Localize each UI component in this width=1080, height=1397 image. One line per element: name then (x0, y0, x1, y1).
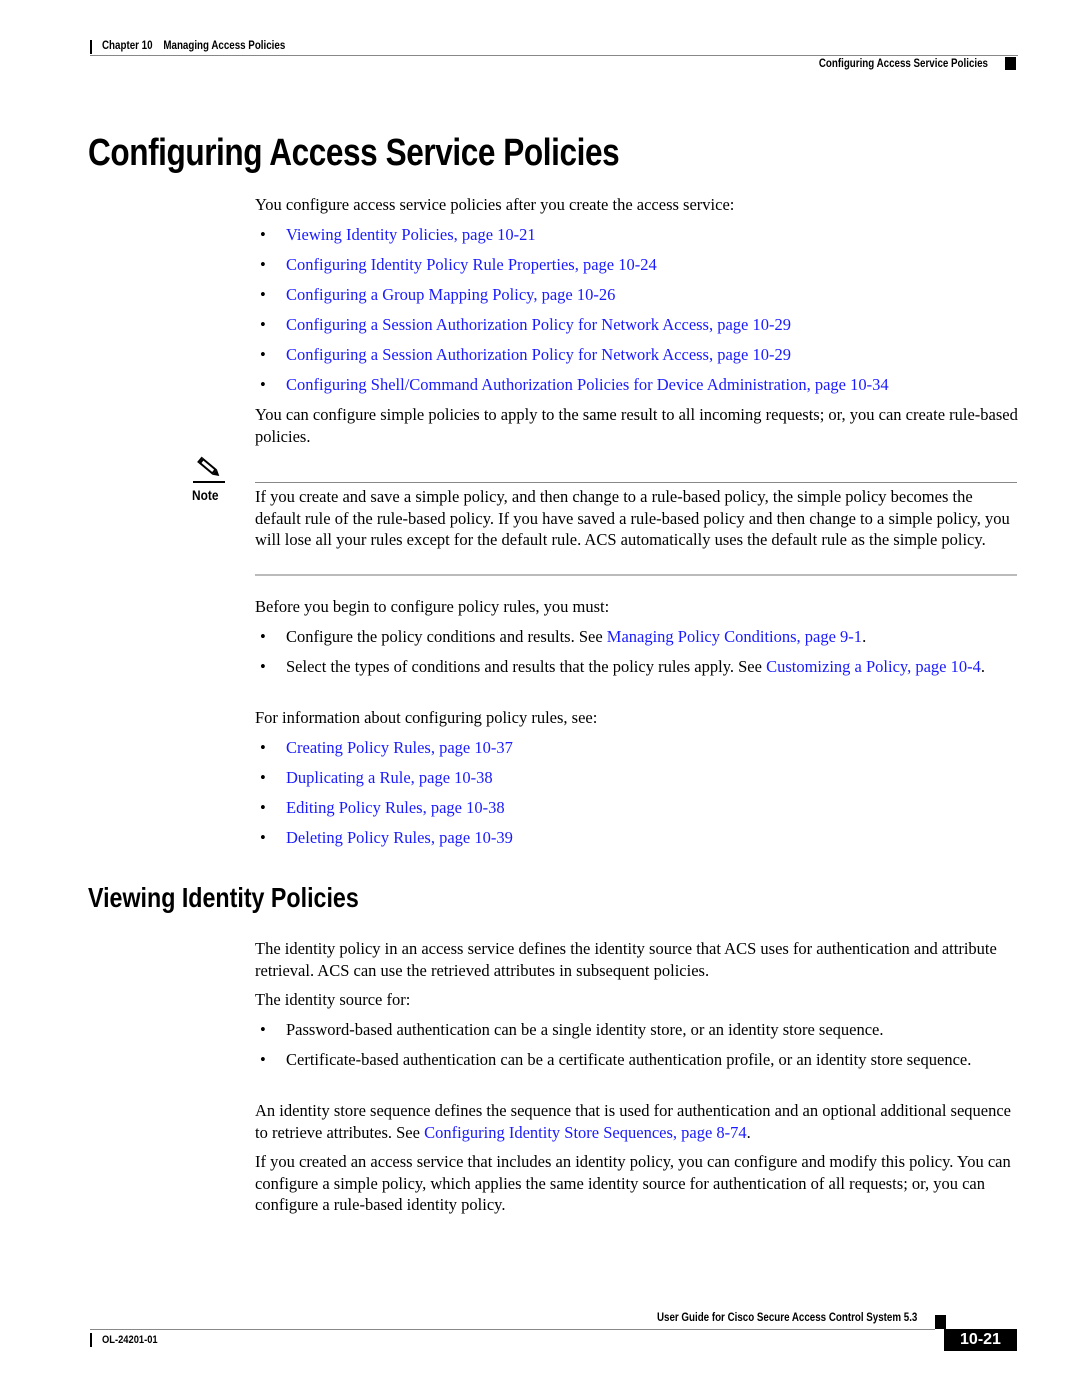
bullet-icon: • (260, 255, 266, 274)
footer-rule (90, 1329, 935, 1330)
before-begin-paragraph: Before you begin to configure policy rul… (255, 597, 610, 616)
footer-guide-title: User Guide for Cisco Secure Access Contr… (656, 1312, 917, 1324)
prereq-item-text: Configure the policy conditions and resu… (286, 627, 867, 646)
header-square-marker (1005, 57, 1016, 70)
note-bottom-rule (255, 574, 1017, 576)
bullet-icon: • (260, 285, 266, 304)
footer-doc-number: OL-24201-01 (102, 1334, 158, 1346)
chapter-title: Managing Access Policies (163, 40, 286, 52)
link-duplicating-a-rule[interactable]: Duplicating a Rule, page 10-38 (286, 767, 1016, 789)
note-text: If you create and save a simple policy, … (255, 487, 1010, 549)
running-header-chapter: Chapter 10 Managing Access Policies (102, 40, 285, 52)
bullet-icon: • (260, 1050, 266, 1069)
identity-store-sequence-paragraph: An identity store sequence defines the s… (255, 1101, 1012, 1142)
bullet-icon: • (260, 657, 266, 676)
prereq-item-text: Select the types of conditions and resul… (286, 657, 985, 676)
running-header-section: Configuring Access Service Policies (818, 58, 988, 70)
bullet-icon: • (260, 315, 266, 334)
link-viewing-identity-policies[interactable]: Viewing Identity Policies, page 10-21 (286, 224, 1016, 246)
link-editing-policy-rules[interactable]: Editing Policy Rules, page 10-38 (286, 797, 1016, 819)
link-session-authorization-policy[interactable]: Configuring a Session Authorization Poli… (286, 314, 1016, 336)
link-session-authorization-policy-2[interactable]: Configuring a Session Authorization Poli… (286, 344, 1016, 366)
bullet-icon: • (260, 345, 266, 364)
footer-margin-bar (90, 1333, 92, 1347)
bullet-icon: • (260, 1020, 266, 1039)
section-title: Configuring Access Service Policies (88, 132, 620, 174)
note-icon-underline (193, 481, 225, 483)
bullet-icon: • (260, 627, 266, 646)
bullet-icon: • (260, 375, 266, 394)
link-customizing-a-policy[interactable]: Customizing a Policy, page 10-4 (766, 657, 981, 676)
bullet-icon: • (260, 828, 266, 847)
subsection-title: Viewing Identity Policies (88, 882, 359, 913)
intro-paragraph: You configure access service policies af… (255, 195, 735, 214)
link-shell-command-authorization[interactable]: Configuring Shell/Command Authorization … (286, 374, 1046, 396)
link-creating-policy-rules[interactable]: Creating Policy Rules, page 10-37 (286, 737, 1016, 759)
bullet-icon: • (260, 768, 266, 787)
bullet-icon: • (260, 738, 266, 757)
simple-policies-paragraph: You can configure simple policies to app… (255, 405, 1018, 446)
identity-source-intro: The identity source for: (255, 990, 411, 1009)
header-rule (90, 55, 1018, 56)
info-paragraph: For information about configuring policy… (255, 708, 598, 727)
link-deleting-policy-rules[interactable]: Deleting Policy Rules, page 10-39 (286, 827, 1016, 849)
footer-square-marker (935, 1315, 946, 1329)
bullet-icon: • (260, 225, 266, 244)
identity-policy-paragraph: The identity policy in an access service… (255, 939, 997, 980)
page-number-badge: 10-21 (944, 1329, 1017, 1351)
link-managing-policy-conditions[interactable]: Managing Policy Conditions, page 9-1 (607, 627, 862, 646)
link-identity-store-sequences[interactable]: Configuring Identity Store Sequences, pa… (424, 1123, 747, 1142)
configure-identity-policy-paragraph: If you created an access service that in… (255, 1152, 1011, 1214)
note-label: Note (192, 487, 219, 503)
link-identity-policy-rule-properties[interactable]: Configuring Identity Policy Rule Propert… (286, 254, 1016, 276)
header-margin-bar (90, 40, 92, 54)
chapter-label: Chapter 10 (102, 40, 153, 52)
bullet-icon: • (260, 798, 266, 817)
note-top-rule (255, 482, 1017, 483)
link-group-mapping-policy[interactable]: Configuring a Group Mapping Policy, page… (286, 284, 1016, 306)
